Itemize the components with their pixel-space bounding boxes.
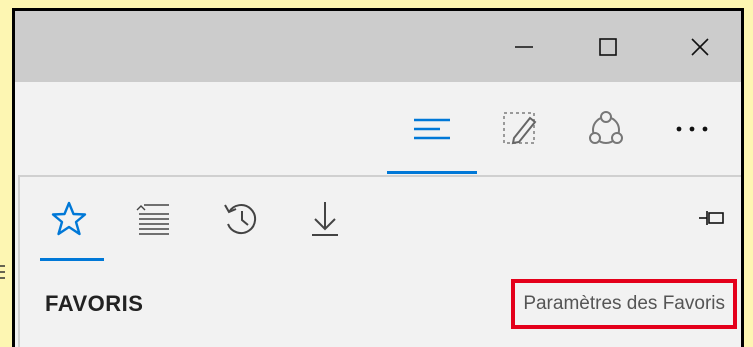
tab-history[interactable] [212,177,270,261]
download-icon [312,202,338,236]
pin-icon [699,211,724,225]
web-note-button[interactable] [475,82,565,175]
reading-list-icon [136,204,169,235]
page-title: FAVORIS [45,291,144,316]
star-icon [51,201,87,236]
tab-reading-list[interactable] [124,177,182,261]
minimize-button[interactable] [495,11,553,82]
tab-downloads[interactable] [296,177,354,261]
close-icon [691,37,709,56]
hub-lines-icon [414,118,450,139]
tab-favorites[interactable] [40,177,104,261]
history-icon [224,204,257,234]
more-button[interactable] [647,82,737,175]
close-button[interactable] [671,11,729,82]
share-button[interactable] [561,82,651,175]
favorites-settings-link[interactable]: Paramètres des Favoris [511,279,737,329]
toolbar [15,82,741,175]
edge-fragment [0,265,5,279]
hub-tabs [20,177,741,261]
more-dots-icon [676,126,708,131]
hub-button[interactable] [387,82,477,175]
title-bar [15,11,741,82]
maximize-icon [599,37,617,56]
share-icon [589,110,623,144]
web-note-pen-icon [503,111,537,144]
browser-window: FAVORIS Paramètres des Favoris [12,8,744,347]
hub-panel: FAVORIS Paramètres des Favoris [18,175,741,347]
maximize-button[interactable] [579,11,637,82]
minimize-icon [515,45,533,48]
pin-button[interactable] [697,203,727,233]
